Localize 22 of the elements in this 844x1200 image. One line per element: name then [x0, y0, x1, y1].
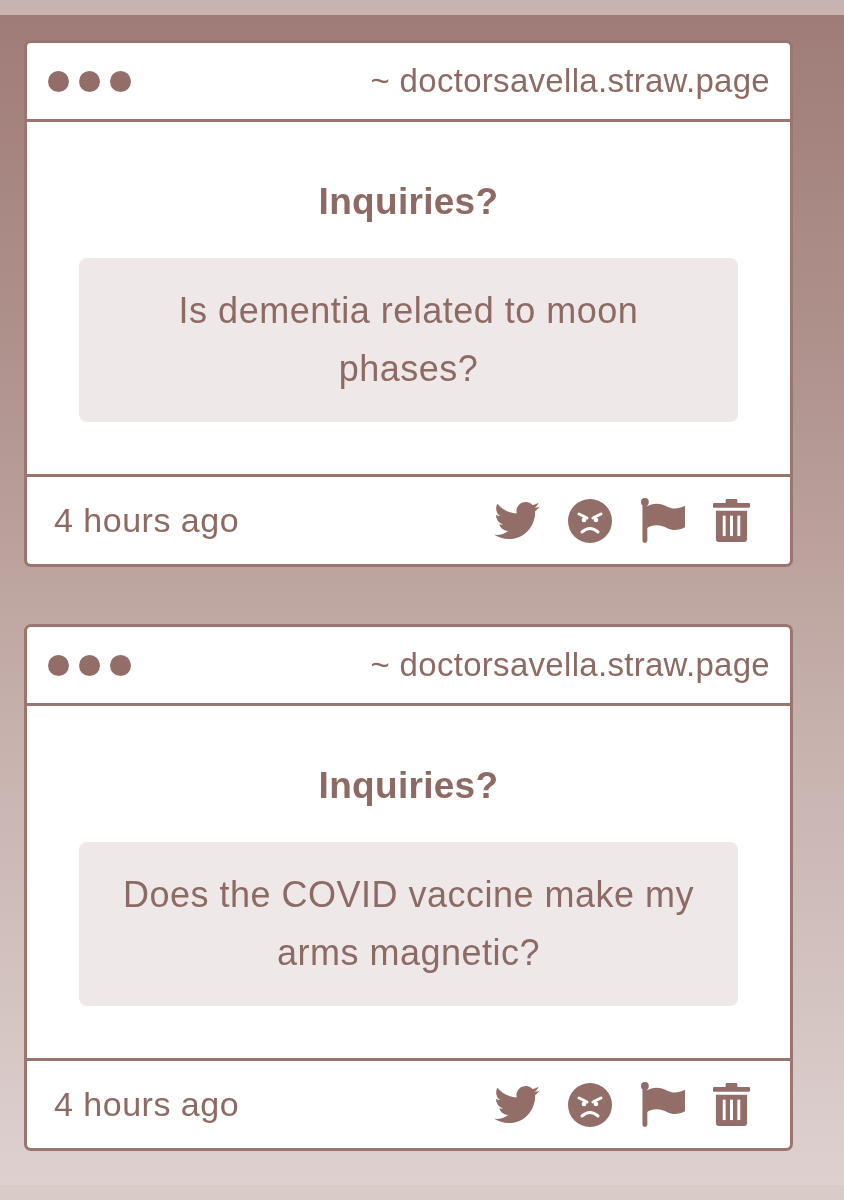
window-dot-icon: [48, 654, 69, 676]
window-dot-icon: [110, 654, 131, 676]
flag-icon[interactable]: [640, 1082, 685, 1127]
window-dot-icon: [48, 70, 69, 92]
timestamp: 4 hours ago: [54, 501, 240, 540]
window-dot-icon: [110, 70, 131, 92]
card-heading: Inquiries?: [318, 764, 499, 808]
timestamp: 4 hours ago: [54, 1085, 240, 1124]
window-dot-icon: [79, 654, 100, 676]
flag-icon[interactable]: [640, 498, 685, 543]
bird-icon[interactable]: [494, 1086, 540, 1123]
card-heading: Inquiries?: [318, 180, 499, 224]
angry-face-icon[interactable]: [568, 1082, 612, 1127]
window-dot-icon: [79, 70, 100, 92]
bird-icon[interactable]: [494, 502, 540, 539]
trash-icon[interactable]: [713, 1083, 750, 1126]
trash-icon[interactable]: [713, 499, 750, 542]
page-url: ~ doctorsavella.straw.page: [370, 62, 770, 100]
page-url: ~ doctorsavella.straw.page: [370, 646, 770, 684]
question-text: Does the COVID vaccine make my arms magnetic?: [79, 842, 738, 1006]
question-text: Is dementia related to moon phases?: [79, 258, 738, 422]
angry-face-icon[interactable]: [568, 498, 612, 543]
